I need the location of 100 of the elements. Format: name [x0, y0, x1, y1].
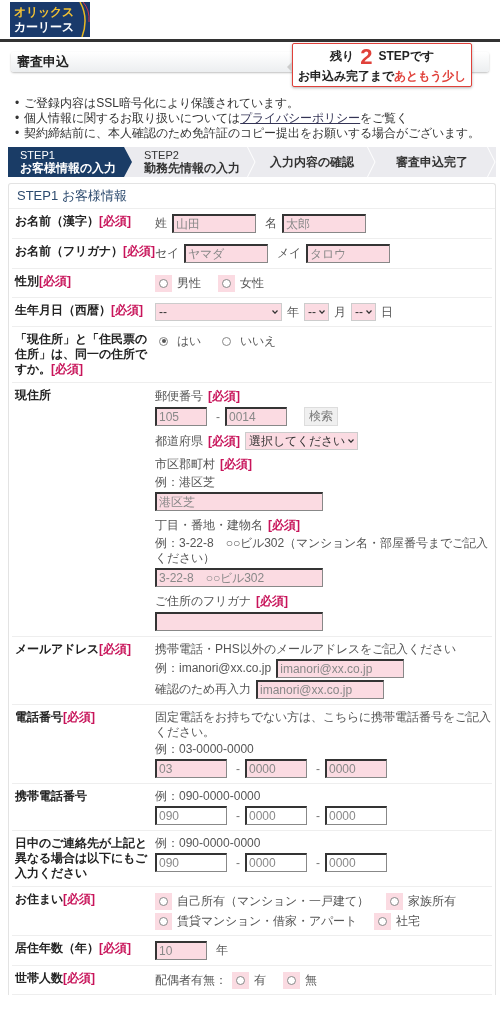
field-label: 配偶者有無：: [155, 972, 227, 988]
notice-text: 個人情報に関するお取り扱いについてはプライバシーポリシーをご覧く: [24, 111, 409, 126]
radio-option[interactable]: 自己所有（マンション・一戸建て）: [155, 892, 369, 910]
required-mark: [必須]: [256, 593, 288, 610]
field-label: 例：imanori@xx.co.jp: [155, 661, 272, 676]
field-label: 都道府県: [155, 433, 203, 449]
radio-option[interactable]: いいえ: [218, 332, 276, 350]
radio-option[interactable]: 男性: [155, 274, 201, 292]
radio-option[interactable]: はい: [155, 332, 201, 350]
input-field[interactable]: 0000: [245, 759, 307, 778]
field-label: 名: [265, 216, 277, 231]
select-field[interactable]: --: [155, 303, 282, 321]
select-field[interactable]: --: [351, 303, 376, 321]
row-label: 居住年数（年）[必須]: [15, 941, 131, 955]
field-label: 丁目・番地・建物名: [155, 518, 263, 533]
input-field[interactable]: [155, 612, 323, 631]
field-label: 例：3-22-8 ○○ビル302（マンション名・部屋番号までご記入ください）: [155, 536, 490, 566]
row-label: 現住所: [15, 388, 51, 402]
row-label: 携帯電話番号: [15, 789, 87, 803]
row-label: 「現住所」と「住民票の住所」は、同一の住所ですか。[必須]: [15, 332, 147, 376]
field-label: 携帯電話・PHS以外のメールアドレスをご記入ください: [155, 642, 456, 657]
row-label: 性別[必須]: [15, 274, 71, 288]
dash-separator: -: [316, 808, 320, 823]
input-field[interactable]: 0000: [325, 759, 387, 778]
chevron-icon: [366, 310, 372, 314]
chevron-icon: [348, 439, 354, 443]
input-field[interactable]: 0000: [245, 806, 307, 825]
select-field[interactable]: 選択してください: [245, 432, 358, 450]
field-label: 例：03-0000-0000: [155, 742, 254, 757]
input-field[interactable]: 105: [155, 407, 207, 426]
input-field[interactable]: 0000: [325, 806, 387, 825]
field-label: 例：090-0000-0000: [155, 836, 261, 851]
row-label: お名前（漢字）[必須]: [15, 214, 131, 228]
dash-separator: -: [236, 808, 240, 823]
input-field[interactable]: 03: [155, 759, 227, 778]
input-field[interactable]: imanori@xx.co.jp: [276, 659, 405, 678]
input-field[interactable]: 090: [155, 806, 227, 825]
field-label: セイ: [155, 246, 179, 261]
radio-option[interactable]: 無: [283, 971, 317, 989]
dash-separator: -: [236, 855, 240, 870]
bullet: •: [15, 111, 20, 126]
required-mark: [必須]: [268, 517, 300, 534]
radio-option[interactable]: 家族所有: [386, 892, 456, 910]
step-item: STEP1 お客様情報の入力: [8, 147, 132, 177]
privacy-policy-link[interactable]: プライバシーポリシー: [240, 111, 361, 125]
field-label: 確認のため再入力: [155, 682, 251, 697]
input-field[interactable]: imanori@xx.co.jp: [256, 680, 384, 699]
dash-separator: -: [316, 855, 320, 870]
row-label: 日中のご連絡先が上記と異なる場合は以下にもご入力ください: [15, 836, 147, 880]
input-field[interactable]: 0000: [245, 853, 307, 872]
radio-option[interactable]: 有: [232, 971, 266, 989]
logo: オリックス カーリース: [10, 2, 90, 37]
dash-separator: -: [216, 409, 220, 424]
required-mark: [必須]: [220, 456, 252, 473]
section-title: STEP1 お客様情報: [9, 184, 495, 209]
dash-separator: -: [236, 761, 240, 776]
row-label: 電話番号[必須]: [15, 710, 95, 724]
dash-separator: -: [316, 761, 320, 776]
row-label: 生年月日（西暦）[必須]: [15, 303, 143, 317]
step-item: STEP2 勤務先情報の入力: [132, 147, 256, 177]
input-field[interactable]: 3-22-8 ○○ビル302: [155, 568, 323, 587]
field-label: 月: [334, 304, 346, 320]
required-mark: [必須]: [208, 388, 240, 405]
bullet: •: [15, 126, 20, 141]
radio-option[interactable]: 賃貸マンション・借家・アパート: [155, 912, 357, 930]
input-field[interactable]: 0014: [225, 407, 287, 426]
notice-text: ご登録内容はSSL暗号化により保護されています。: [24, 96, 299, 111]
input-field[interactable]: ヤマダ: [184, 244, 268, 263]
chevron-icon: [319, 310, 325, 314]
select-field[interactable]: --: [304, 303, 329, 321]
field-label: 年: [287, 304, 299, 320]
input-field[interactable]: 太郎: [282, 214, 366, 233]
field-label: 例：090-0000-0000: [155, 789, 261, 804]
radio-option[interactable]: 社宅: [374, 912, 420, 930]
field-label: 日: [381, 304, 393, 320]
row-label: お住まい[必須]: [15, 892, 95, 906]
input-field[interactable]: 090: [155, 853, 227, 872]
input-field[interactable]: タロウ: [306, 244, 390, 263]
field-label: 固定電話をお持ちでない方は、こちらに携帯電話番号をご記入ください。: [155, 710, 492, 740]
step-item: 審査申込完了: [376, 147, 496, 177]
input-field[interactable]: 0000: [325, 853, 387, 872]
notice-text: 契約締結前に、本人確認のため免許証のコピー提出をお願いする場合がございます。: [24, 126, 481, 141]
field-label: ご住所のフリガナ: [155, 594, 251, 609]
field-label: メイ: [277, 246, 301, 261]
input-field[interactable]: 山田: [172, 214, 256, 233]
field-label: 市区郡町村: [155, 457, 215, 472]
input-field[interactable]: 10: [155, 941, 207, 960]
radio-option[interactable]: 女性: [218, 274, 264, 292]
row-label: メールアドレス[必須]: [15, 642, 131, 656]
field-label: 年: [216, 943, 228, 958]
required-mark: [必須]: [208, 432, 240, 450]
bullet: •: [15, 96, 20, 111]
chevron-icon: [272, 310, 278, 314]
field-label: 姓: [155, 216, 167, 231]
row-label: お名前（フリガナ）[必須]: [15, 244, 155, 258]
input-field[interactable]: 港区芝: [155, 492, 323, 511]
step-item: 入力内容の確認: [256, 147, 376, 177]
field-label: 郵便番号: [155, 389, 203, 404]
field-label: 例：港区芝: [155, 475, 215, 490]
row-label: 世帯人数[必須]: [15, 971, 95, 985]
